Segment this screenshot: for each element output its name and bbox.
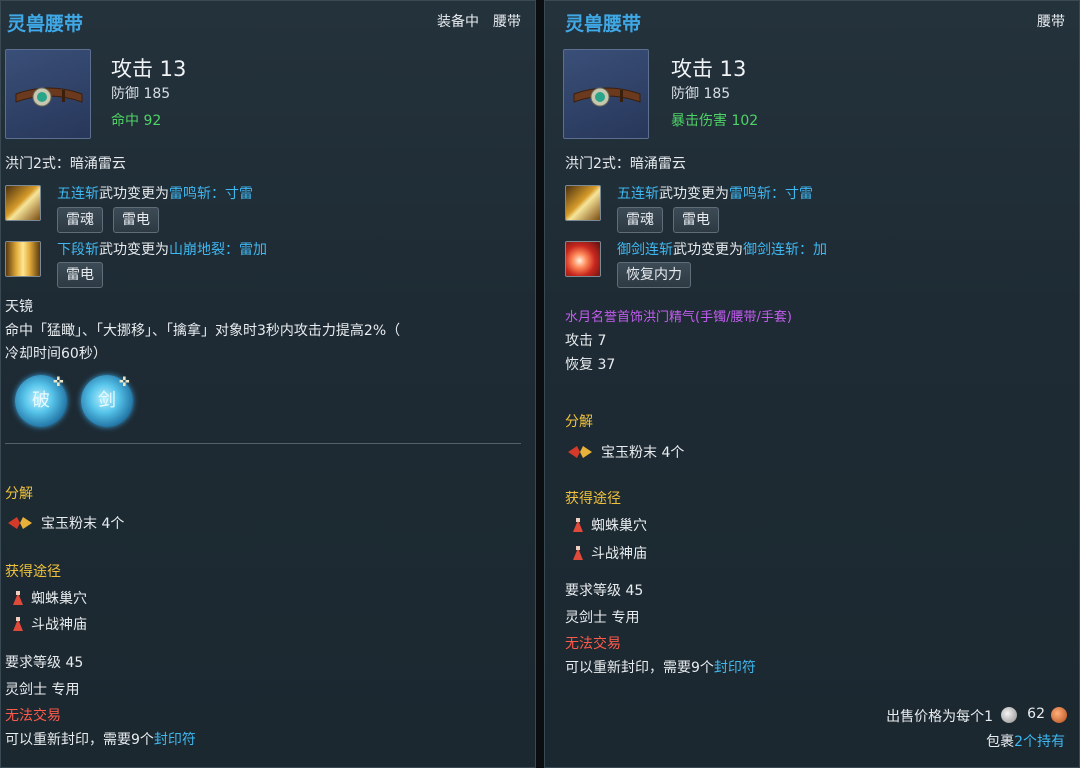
item-icon xyxy=(5,49,91,139)
skill-tag[interactable]: 雷魂 xyxy=(617,207,663,233)
required-level: 要求等级 45 xyxy=(565,583,644,599)
item-title: 灵兽腰带 xyxy=(565,13,642,35)
item-title: 灵兽腰带 xyxy=(7,13,84,35)
reseal-line: 可以重新封印，需要9个封印符 xyxy=(565,657,756,677)
reseal-text: 可以重新封印，需要9个 xyxy=(5,732,154,748)
powder-icon xyxy=(8,517,32,529)
skill-target: 雷鸣斩：寸雷 xyxy=(169,186,253,202)
decompose-title: 分解 xyxy=(565,414,593,430)
obtain-item[interactable]: 蜘蛛巢穴 xyxy=(31,588,87,608)
skill-tag[interactable]: 雷电 xyxy=(673,207,719,233)
orb-mark-icon: ✜ xyxy=(53,375,64,390)
reseal-line: 可以重新封印，需要9个封印符 xyxy=(5,729,196,749)
location-icon xyxy=(13,617,23,631)
reseal-text: 可以重新封印，需要9个 xyxy=(565,660,714,676)
tianjing-desc: 命中「猛瞰」、「大挪移」、「擒拿」对象时3秒内攻击力提高2%（ xyxy=(5,323,401,339)
bonus-stat: 暴击伤害 102 xyxy=(671,113,759,129)
bonus-stat: 命中 92 xyxy=(111,113,162,129)
item-status: 腰带 xyxy=(1037,11,1065,31)
location-icon xyxy=(573,546,583,560)
skill-icon-wulianzhan[interactable] xyxy=(565,185,601,221)
slot-label: 腰带 xyxy=(1037,14,1065,30)
no-trade: 无法交易 xyxy=(565,636,621,652)
set-bonus-attack: 攻击 7 xyxy=(565,333,607,349)
belt-icon xyxy=(15,87,83,107)
required-level: 要求等级 45 xyxy=(5,655,84,671)
skill-change-text: 武功变更为 xyxy=(99,242,169,258)
item-status: 装备中 腰带 xyxy=(437,11,521,31)
panel-separator xyxy=(536,0,544,768)
tooltip-panel-compare: 灵兽腰带 腰带 攻击 13 防御 185 暴击伤害 102 洪门2式：暗涌雷云 … xyxy=(544,0,1080,768)
attack-stat: 攻击 13 xyxy=(671,57,747,81)
skill-name: 五连斩 xyxy=(57,186,99,202)
skill-target: 御剑连斩：加 xyxy=(743,242,827,258)
skill-name: 御剑连斩 xyxy=(617,242,673,258)
decompose-item: 宝玉粉末 4个 xyxy=(41,516,125,532)
skill-change-line: 五连斩武功变更为雷鸣斩：寸雷 xyxy=(57,183,253,203)
skill-name: 五连斩 xyxy=(617,186,659,202)
obtain-item[interactable]: 斗战神庙 xyxy=(591,543,647,563)
required-class: 灵剑士 专用 xyxy=(565,610,640,626)
skill-icon-yujianlianzhan[interactable] xyxy=(565,241,601,277)
powder-icon xyxy=(568,446,592,458)
skill-target: 雷鸣斩：寸雷 xyxy=(729,186,813,202)
sell-price-label: 出售价格为每个1 xyxy=(886,709,993,725)
sell-price-value: 62 xyxy=(1027,706,1045,722)
copper-coin-icon xyxy=(1051,707,1067,723)
skill-icon-xiaduanzhan[interactable] xyxy=(5,241,41,277)
slot-label: 腰带 xyxy=(493,14,521,30)
skill-change-text: 武功变更为 xyxy=(673,242,743,258)
attack-stat: 攻击 13 xyxy=(111,57,187,81)
bag-count-line: 包裹2个持有 xyxy=(986,731,1065,751)
skill-change-line: 五连斩武功变更为雷鸣斩：寸雷 xyxy=(617,183,813,203)
skill-tag[interactable]: 恢复内力 xyxy=(617,262,691,288)
skill-icon-wulianzhan[interactable] xyxy=(5,185,41,221)
set-line: 洪门2式：暗涌雷云 xyxy=(565,156,686,172)
obtain-item[interactable]: 蜘蛛巢穴 xyxy=(591,515,647,535)
required-class: 灵剑士 专用 xyxy=(5,682,80,698)
no-trade: 无法交易 xyxy=(5,708,61,724)
set-line: 洪门2式：暗涌雷云 xyxy=(5,156,126,172)
skill-tag[interactable]: 雷魂 xyxy=(57,207,103,233)
divider xyxy=(5,443,521,444)
skill-change-line: 御剑连斩武功变更为御剑连斩：加 xyxy=(617,239,827,259)
reseal-link[interactable]: 封印符 xyxy=(154,732,196,748)
obtain-title: 获得途径 xyxy=(5,564,61,580)
decompose-title: 分解 xyxy=(5,486,33,502)
defense-stat: 防御 185 xyxy=(111,86,171,102)
bag-count: 2个持有 xyxy=(1014,734,1065,750)
tooltip-panel-equipped: 灵兽腰带 装备中 腰带 攻击 13 防御 185 命中 92 洪门2式：暗涌雷云… xyxy=(0,0,536,768)
item-icon xyxy=(563,49,649,139)
decompose-item: 宝玉粉末 4个 xyxy=(601,445,685,461)
tianjing-desc-cont: 冷却时间60秒） xyxy=(5,346,107,362)
skill-change-line: 下段斩武功变更为山崩地裂：雷加 xyxy=(57,239,267,259)
defense-stat: 防御 185 xyxy=(671,86,731,102)
skill-target: 山崩地裂：雷加 xyxy=(169,242,267,258)
skill-change-text: 武功变更为 xyxy=(659,186,729,202)
reseal-link[interactable]: 封印符 xyxy=(714,660,756,676)
obtain-title: 获得途径 xyxy=(565,491,621,507)
set-bonus-recover: 恢复 37 xyxy=(565,357,616,373)
tianjing-title: 天镜 xyxy=(5,299,33,315)
skill-name: 下段斩 xyxy=(57,242,99,258)
location-icon xyxy=(13,591,23,605)
skill-tag[interactable]: 雷电 xyxy=(57,262,103,288)
orb-mark-icon: ✜ xyxy=(119,375,130,390)
location-icon xyxy=(573,518,583,532)
skill-change-text: 武功变更为 xyxy=(99,186,169,202)
silver-coin-icon xyxy=(1001,707,1017,723)
bag-label: 包裹 xyxy=(986,734,1015,750)
obtain-item[interactable]: 斗战神庙 xyxy=(31,614,87,634)
set-name: 水月名誉首饰洪门精气(手镯/腰带/手套) xyxy=(565,310,792,325)
equipped-label: 装备中 xyxy=(437,14,479,30)
skill-tag[interactable]: 雷电 xyxy=(113,207,159,233)
belt-icon xyxy=(573,87,641,107)
